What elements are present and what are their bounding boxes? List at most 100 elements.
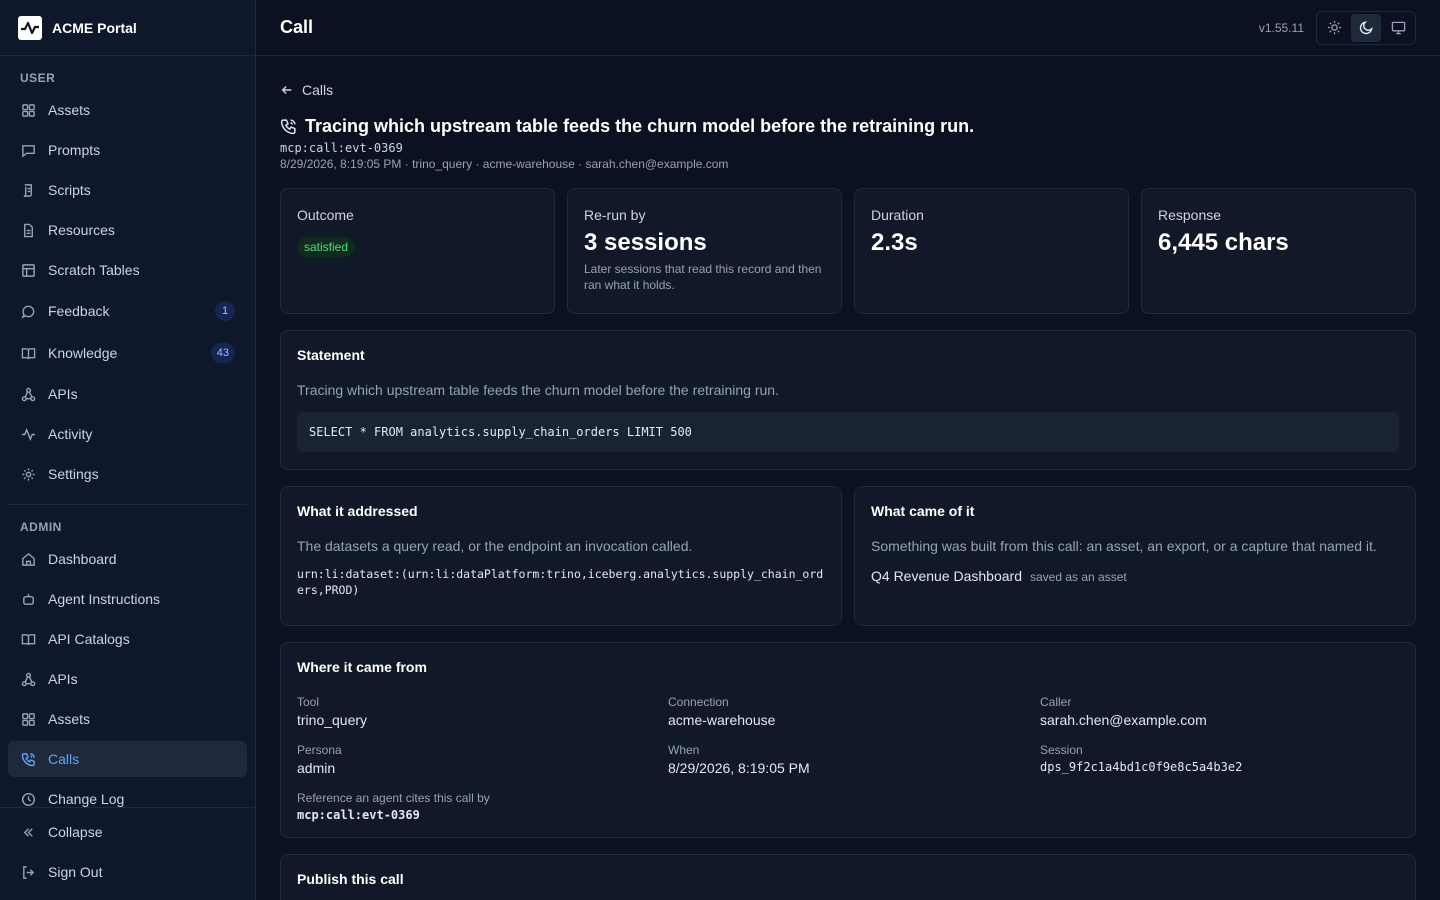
origin-card: Where it came from Tool trino_query Conn… — [280, 642, 1416, 838]
top-header: Call v1.55.11 — [256, 0, 1440, 56]
sidebar-item-label: Feedback — [48, 303, 110, 319]
connection-field: Connection acme-warehouse — [668, 695, 775, 728]
sidebar-item-feedback[interactable]: Feedback 1 — [8, 293, 247, 329]
sidebar-item-api-catalogs[interactable]: API Catalogs — [8, 621, 247, 657]
caller-label: Caller — [1040, 695, 1072, 709]
sidebar-item-label: APIs — [48, 671, 78, 687]
sidebar-item-admin-apis[interactable]: APIs — [8, 661, 247, 697]
rerun-value: 3 sessions — [584, 229, 707, 256]
main-content: Calls Tracing which upstream table feeds… — [256, 56, 1440, 900]
caller-value: sarah.chen@example.com — [1040, 712, 1207, 728]
addressed-text: The datasets a query read, or the endpoi… — [297, 538, 693, 554]
brand[interactable]: ACME Portal — [0, 0, 255, 56]
tool-value: trino_query — [297, 712, 368, 728]
sidebar-item-label: Knowledge — [48, 345, 118, 361]
app-name: ACME Portal — [52, 19, 137, 36]
outcome-detail-card: What came of it Something was built from… — [854, 486, 1416, 626]
persona-label: Persona — [297, 743, 342, 757]
sidebar-item-label: Resources — [48, 222, 115, 238]
sidebar-item-admin-assets[interactable]: Assets — [8, 701, 247, 737]
logo-icon — [18, 15, 42, 40]
sql-code-block: SELECT * FROM analytics.supply_chain_ord… — [297, 412, 1399, 452]
statement-text: Tracing which upstream table feeds the c… — [297, 382, 779, 398]
system-theme-button[interactable] — [1383, 14, 1413, 42]
session-value: dps_9f2c1a4bd1c0f9e8c5a4b3e2 — [1040, 760, 1243, 774]
grid-icon — [20, 102, 36, 118]
sidebar-item-agent-instructions[interactable]: Agent Instructions — [8, 581, 247, 617]
outcome-label: Outcome — [297, 207, 354, 223]
sidebar-footer: Collapse Sign Out — [0, 807, 255, 900]
sidebar-item-label: Assets — [48, 102, 91, 118]
sidebar-item-assets[interactable]: Assets — [8, 92, 247, 128]
statement-heading: Statement — [297, 347, 365, 363]
book-icon — [20, 631, 36, 647]
sidebar-item-settings[interactable]: Settings — [8, 456, 247, 492]
reference-field: Reference an agent cites this call by mc… — [297, 791, 490, 822]
dataset-urn[interactable]: urn:li:dataset:(urn:li:dataPlatform:trin… — [297, 566, 825, 598]
gear-icon — [20, 466, 36, 482]
sidebar-item-scripts[interactable]: Scripts — [8, 172, 247, 208]
back-to-calls-link[interactable]: Calls — [280, 82, 333, 98]
when-label: When — [668, 743, 700, 757]
light-theme-button[interactable] — [1319, 14, 1349, 42]
sidebar-item-label: Prompts — [48, 142, 101, 158]
sidebar-item-resources[interactable]: Resources — [8, 212, 247, 248]
reference-label: Reference an agent cites this call by — [297, 791, 490, 805]
message-icon — [20, 142, 36, 158]
when-field: When 8/29/2026, 8:19:05 PM — [668, 743, 810, 776]
version-label: v1.55.11 — [1258, 20, 1304, 35]
outcome-card: Outcome satisfied — [280, 188, 555, 314]
session-field: Session dps_9f2c1a4bd1c0f9e8c5a4b3e2 — [1040, 743, 1242, 774]
page-header-title: Call — [280, 17, 314, 37]
reference-value: mcp:call:evt-0369 — [297, 808, 420, 822]
sun-icon — [1327, 20, 1341, 35]
sign-out-button[interactable]: Sign Out — [8, 854, 247, 890]
rerun-label: Re-run by — [584, 207, 646, 223]
sidebar: ACME Portal USER Assets Prompts Scripts … — [0, 0, 256, 900]
sql-statement: SELECT * FROM analytics.supply_chain_ord… — [309, 425, 692, 439]
back-label: Calls — [302, 82, 334, 98]
sidebar-item-calls[interactable]: Calls — [8, 741, 247, 777]
sign-out-label: Sign Out — [48, 864, 103, 880]
activity-icon — [20, 426, 36, 442]
asset-link[interactable]: Q4 Revenue Dashboard — [871, 568, 1022, 584]
sidebar-item-prompts[interactable]: Prompts — [8, 132, 247, 168]
sidebar-item-label: APIs — [48, 386, 78, 402]
sidebar-item-label: Assets — [48, 711, 91, 727]
logout-icon — [20, 864, 36, 880]
section-label-user: USER — [20, 71, 56, 85]
grid-icon — [20, 711, 36, 727]
sidebar-item-scratch-tables[interactable]: Scratch Tables — [8, 252, 247, 288]
sidebar-item-label: Scripts — [48, 182, 91, 198]
response-value: 6,445 chars — [1158, 229, 1289, 256]
connection-label: Connection — [668, 695, 729, 709]
rerun-note: Later sessions that read this record and… — [584, 262, 822, 292]
sidebar-item-dashboard[interactable]: Dashboard — [8, 541, 247, 577]
response-label: Response — [1158, 207, 1222, 223]
agent-icon — [20, 591, 36, 607]
dark-theme-button[interactable] — [1351, 13, 1381, 42]
network-icon — [20, 386, 36, 402]
phone-icon — [280, 119, 296, 135]
status-badge: satisfied — [297, 237, 356, 257]
sidebar-item-label: Activity — [48, 426, 93, 442]
file-icon — [20, 222, 36, 238]
sidebar-item-activity[interactable]: Activity — [8, 416, 247, 452]
knowledge-count-badge: 43 — [210, 343, 235, 363]
sidebar-item-apis[interactable]: APIs — [8, 376, 247, 412]
feedback-count-badge: 1 — [215, 301, 235, 321]
call-reference-id: mcp:call:evt-0369 — [280, 141, 403, 155]
sidebar-item-label: Dashboard — [48, 551, 117, 567]
response-card: Response 6,445 chars — [1141, 188, 1416, 314]
phone-icon — [20, 751, 36, 767]
session-label: Session — [1040, 743, 1083, 757]
call-meta: 8/29/2026, 8:19:05 PM · trino_query · ac… — [280, 157, 729, 171]
sidebar-item-knowledge[interactable]: Knowledge 43 — [8, 335, 247, 371]
collapse-button[interactable]: Collapse — [8, 814, 247, 850]
addressed-heading: What it addressed — [297, 503, 418, 519]
moon-icon — [1359, 21, 1373, 35]
outcome-detail-text: Something was built from this call: an a… — [871, 538, 1377, 554]
sidebar-item-label: Change Log — [48, 791, 125, 807]
duration-label: Duration — [871, 207, 924, 223]
chevrons-left-icon — [20, 824, 36, 840]
